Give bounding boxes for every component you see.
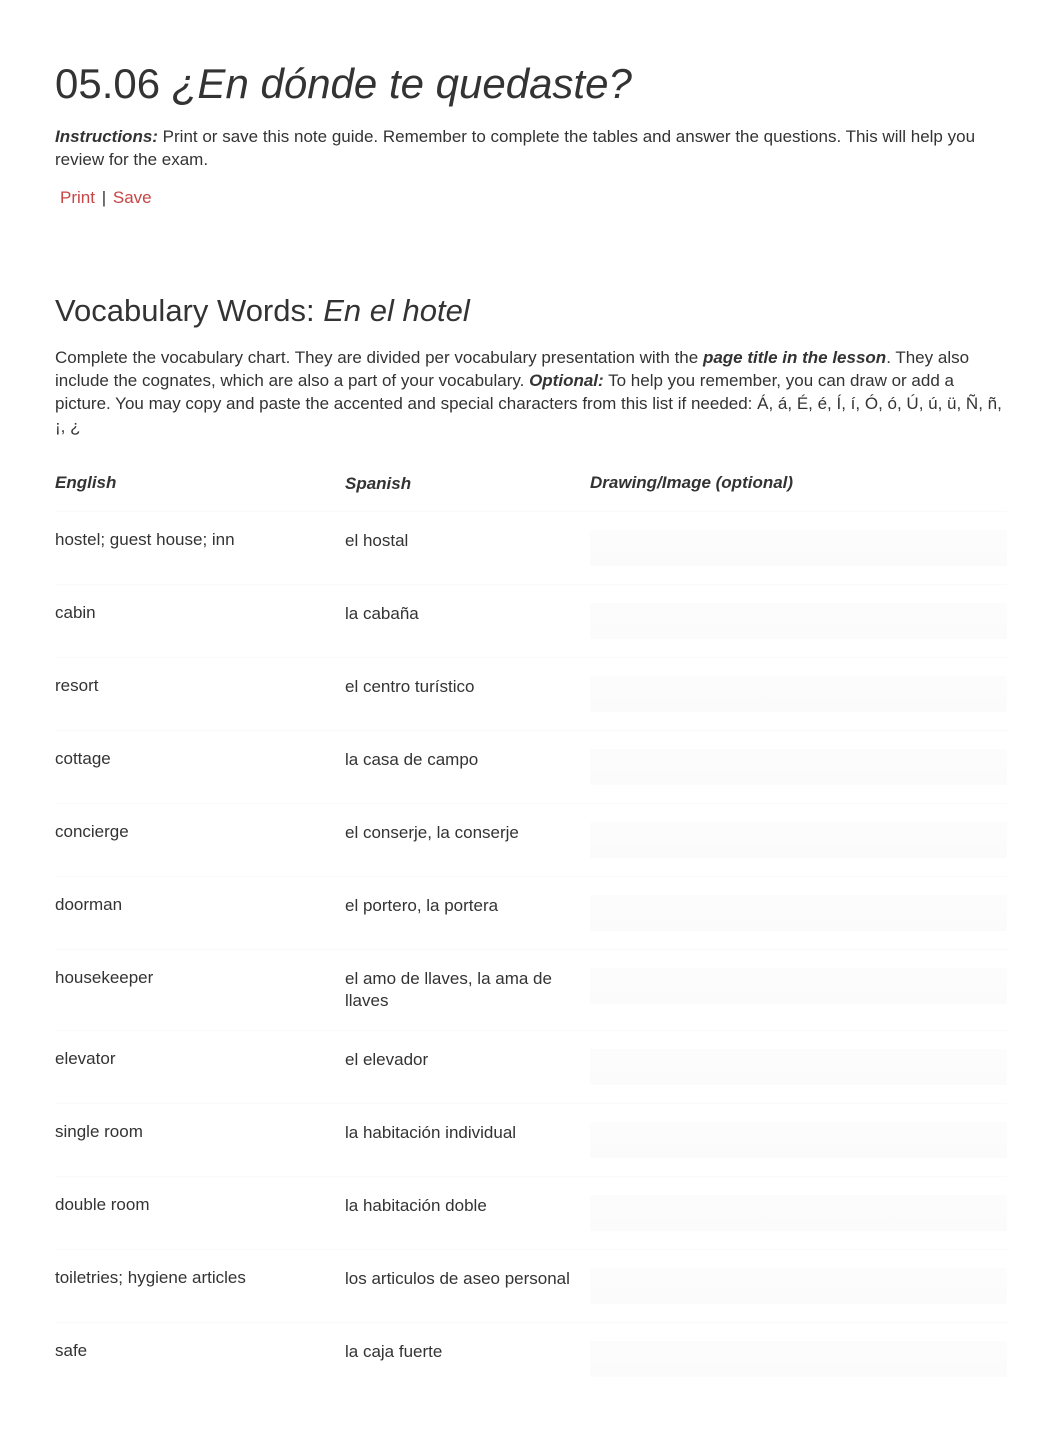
instructions-body: Print or save this note guide. Remember … [55, 127, 975, 169]
table-row: double roomla habitación doble [55, 1176, 1007, 1249]
section-title: Vocabulary Words: En el hotel [55, 293, 1007, 329]
cell-spanish: el centro turístico [345, 676, 590, 698]
cell-image[interactable] [590, 530, 1007, 566]
cell-english: cottage [55, 749, 345, 769]
table-row: conciergeel conserje, la conserje [55, 803, 1007, 876]
table-row: housekeeperel amo de llaves, la ama de l… [55, 949, 1007, 1030]
cell-image[interactable] [590, 749, 1007, 785]
cell-image[interactable] [590, 968, 1007, 1004]
cell-image[interactable] [590, 822, 1007, 858]
cell-image[interactable] [590, 1122, 1007, 1158]
cell-spanish: el portero, la portera [345, 895, 590, 917]
cell-image[interactable] [590, 1049, 1007, 1085]
desc-bold2: Optional: [529, 371, 604, 390]
desc-bold1: page title in the lesson [703, 348, 886, 367]
cell-spanish: los articulos de aseo personal [345, 1268, 590, 1290]
save-link[interactable]: Save [113, 188, 152, 207]
instructions-text: Instructions: Print or save this note gu… [55, 126, 1007, 172]
table-row: toiletries; hygiene articleslos articulo… [55, 1249, 1007, 1322]
table-row: elevatorel elevador [55, 1030, 1007, 1103]
table-row: doormanel portero, la portera [55, 876, 1007, 949]
table-row: resortel centro turístico [55, 657, 1007, 730]
cell-image[interactable] [590, 603, 1007, 639]
cell-spanish: el elevador [345, 1049, 590, 1071]
header-spanish: Spanish [345, 473, 590, 495]
cell-spanish: la caja fuerte [345, 1341, 590, 1363]
table-row: single roomla habitación individual [55, 1103, 1007, 1176]
table-row: safela caja fuerte [55, 1322, 1007, 1395]
lesson-title-italic: ¿En dónde te quedaste? [172, 60, 632, 107]
table-row: hostel; guest house; innel hostal [55, 511, 1007, 584]
cell-spanish: la habitación doble [345, 1195, 590, 1217]
print-link[interactable]: Print [60, 188, 95, 207]
cell-english: hostel; guest house; inn [55, 530, 345, 550]
lesson-title: 05.06 ¿En dónde te quedaste? [55, 60, 1007, 108]
vocab-table-body: hostel; guest house; innel hostalcabinla… [55, 511, 1007, 1395]
section-title-italic: En el hotel [323, 293, 470, 328]
cell-image[interactable] [590, 895, 1007, 931]
cell-spanish: la habitación individual [345, 1122, 590, 1144]
vocab-table-header: English Spanish Drawing/Image (optional) [55, 465, 1007, 511]
cell-image[interactable] [590, 676, 1007, 712]
cell-english: housekeeper [55, 968, 345, 988]
desc-part1: Complete the vocabulary chart. They are … [55, 348, 703, 367]
section-title-prefix: Vocabulary Words: [55, 293, 323, 328]
cell-image[interactable] [590, 1341, 1007, 1377]
action-links: Print | Save [55, 188, 1007, 208]
cell-english: concierge [55, 822, 345, 842]
table-row: cabinla cabaña [55, 584, 1007, 657]
link-separator: | [102, 188, 106, 207]
cell-english: cabin [55, 603, 345, 623]
cell-image[interactable] [590, 1195, 1007, 1231]
instructions-label: Instructions: [55, 127, 158, 146]
cell-image[interactable] [590, 1268, 1007, 1304]
cell-spanish: la casa de campo [345, 749, 590, 771]
vocab-table: English Spanish Drawing/Image (optional)… [55, 465, 1007, 1395]
header-english: English [55, 473, 345, 495]
cell-english: resort [55, 676, 345, 696]
cell-english: safe [55, 1341, 345, 1361]
cell-english: single room [55, 1122, 345, 1142]
header-image: Drawing/Image (optional) [590, 473, 793, 495]
cell-english: elevator [55, 1049, 345, 1069]
cell-spanish: la cabaña [345, 603, 590, 625]
cell-english: double room [55, 1195, 345, 1215]
cell-english: doorman [55, 895, 345, 915]
lesson-number: 05.06 [55, 60, 160, 107]
cell-spanish: el hostal [345, 530, 590, 552]
cell-english: toiletries; hygiene articles [55, 1268, 345, 1288]
table-row: cottagela casa de campo [55, 730, 1007, 803]
cell-spanish: el conserje, la conserje [345, 822, 590, 844]
section-description: Complete the vocabulary chart. They are … [55, 347, 1007, 439]
cell-spanish: el amo de llaves, la ama de llaves [345, 968, 590, 1012]
